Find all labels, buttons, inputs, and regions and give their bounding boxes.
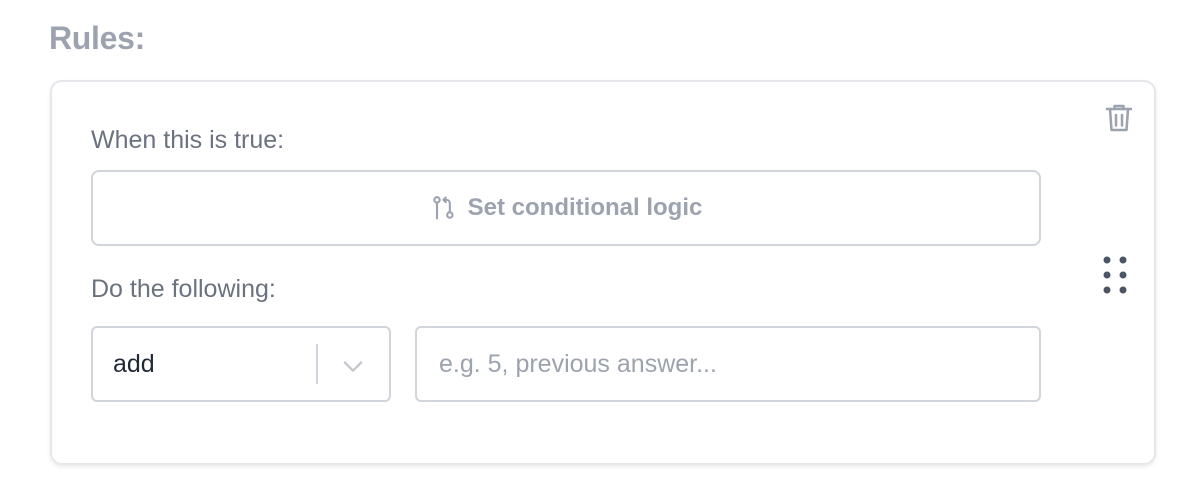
- set-conditional-logic-button[interactable]: Set conditional logic: [91, 170, 1041, 246]
- select-separator: [316, 344, 318, 384]
- operation-selected-value: add: [113, 350, 155, 378]
- rules-section-title: Rules:: [49, 20, 145, 56]
- git-branch-icon: [430, 194, 458, 222]
- chevron-down-icon[interactable]: [339, 352, 367, 380]
- operation-value-input[interactable]: [415, 326, 1041, 402]
- delete-rule-trash-icon[interactable]: [1101, 100, 1137, 136]
- when-label: When this is true:: [91, 126, 285, 154]
- operation-select[interactable]: add: [91, 326, 391, 402]
- do-following-label: Do the following:: [91, 275, 276, 303]
- drag-handle-icon[interactable]: [1100, 254, 1130, 296]
- set-conditional-logic-label: Set conditional logic: [467, 194, 703, 221]
